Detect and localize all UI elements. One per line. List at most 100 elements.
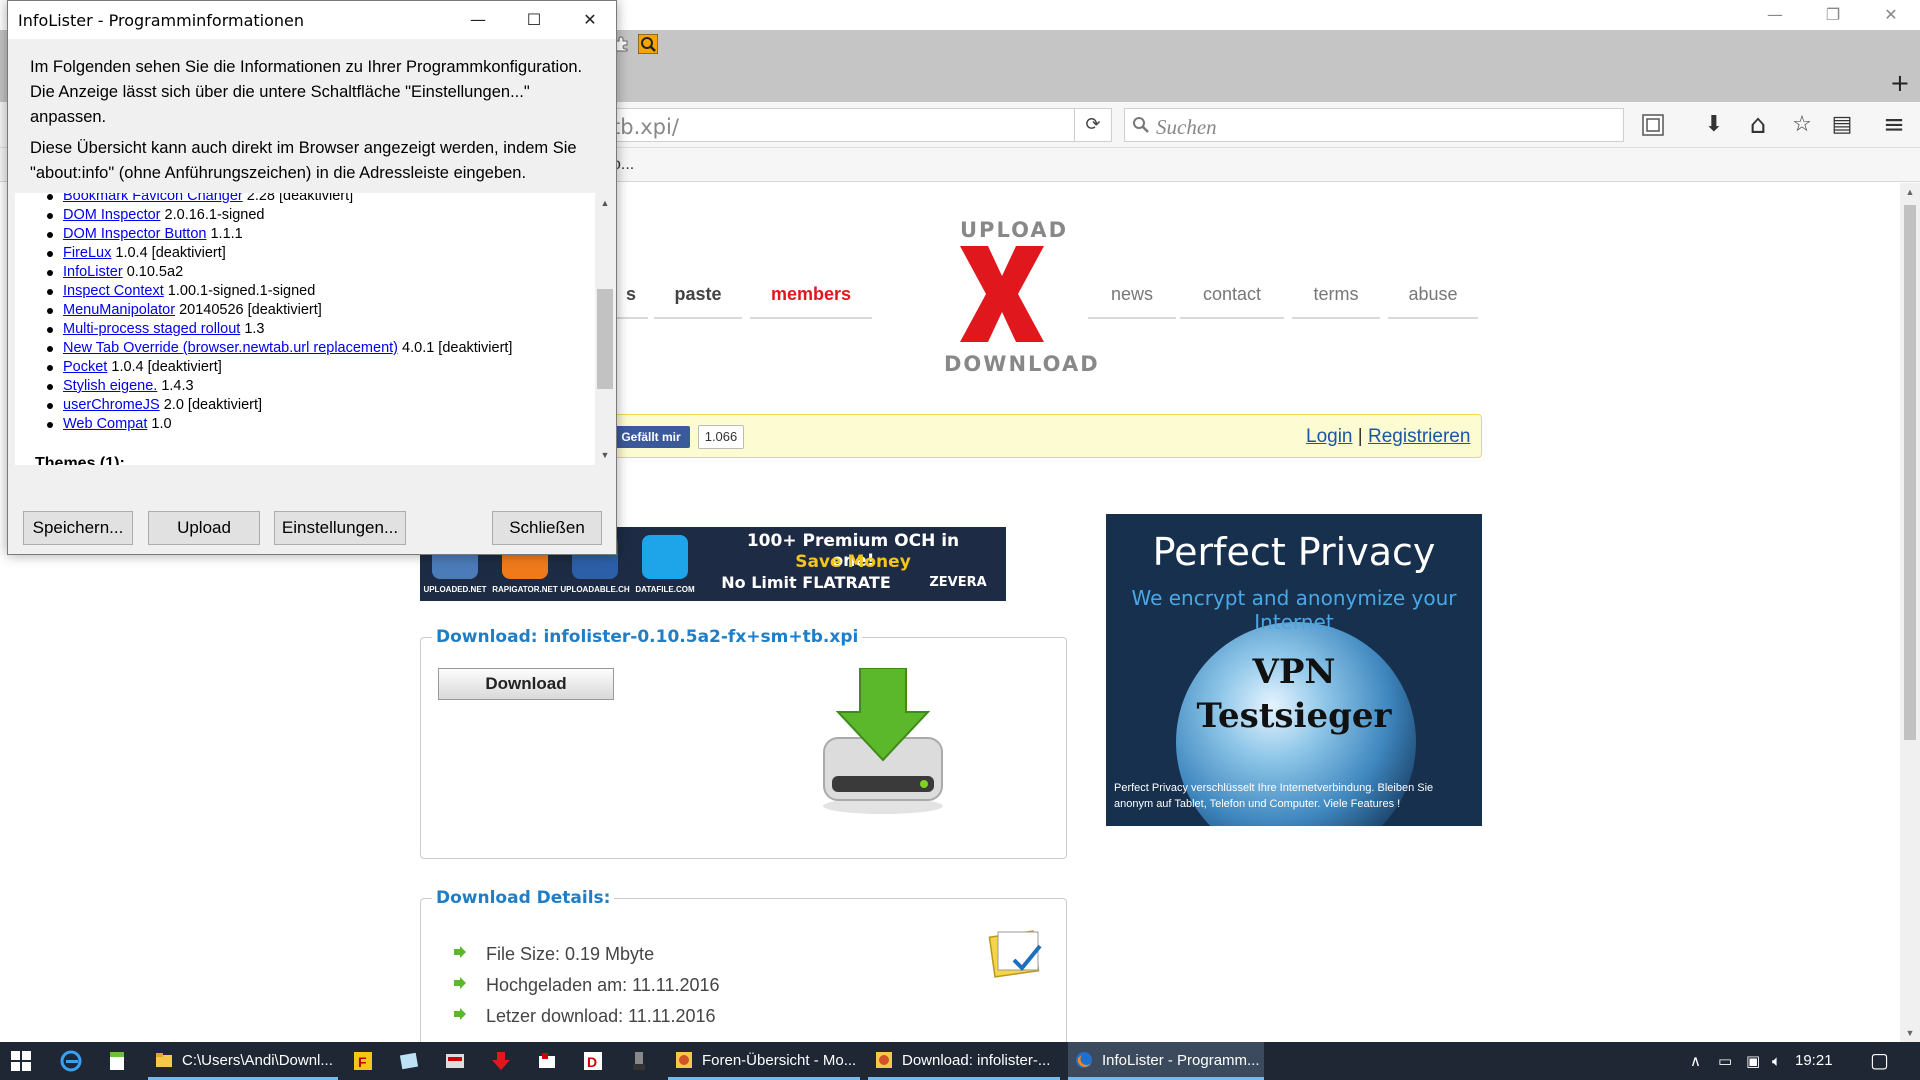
nav-link-terms[interactable]: terms [1292,284,1380,319]
detail-last-download: Letzer download: 11.11.2016 [486,1006,716,1026]
taskbar-task-infolister[interactable]: InfoLister - Programm... [1068,1042,1264,1080]
extension-link[interactable]: DOM Inspector [63,207,161,223]
desktop: — ❐ ✕ + tb.xpi/ ⟳ Suchen ⬇ ⌂ ☆ ▤ ≡ o... … [0,0,1920,1080]
extension-link[interactable]: Multi-process staged rollout [63,321,240,337]
like-count: 1.066 [698,425,744,449]
home-button[interactable]: ⌂ [1744,112,1772,138]
zevera-brand: ZEVERA [929,575,987,590]
extension-link[interactable]: Pocket [63,359,107,375]
edge-browser-icon[interactable] [60,1050,82,1072]
register-link[interactable]: Registrieren [1368,426,1470,447]
tool-app-icon[interactable] [536,1050,558,1072]
extension-link[interactable]: InfoLister [63,264,123,280]
menu-button[interactable]: ≡ [1880,112,1908,138]
browser-restore-button[interactable]: ❐ [1816,4,1850,26]
url-text: tb.xpi/ [612,115,679,139]
notification-icon[interactable]: ▢ [1870,1048,1889,1072]
vpn-headline: VPN [1252,652,1336,692]
och-host-label: UPLOADED.NET [423,585,487,594]
search-placeholder: Suchen [1156,115,1217,139]
extension-items: Bookmark Favicon Changer 2.28 [deaktivie… [46,193,512,434]
extension-link[interactable]: FireLux [63,245,111,261]
infolister-dialog: InfoLister - Programminformationen — ☐ ✕… [7,0,617,555]
hard-drive-download-icon [823,668,943,814]
taskbar-task-explorer[interactable]: C:\Users\Andi\Downl... [148,1042,338,1080]
och-line-2: Save Money [795,552,911,572]
extension-list-scroll-thumb[interactable] [597,289,613,389]
bookmark-star-button[interactable]: ☆ [1788,112,1816,138]
magnifier-addon-icon[interactable] [638,34,658,54]
tray-chevron-icon[interactable]: ∧ [1690,1052,1701,1070]
vpn-ad-banner[interactable]: Perfect Privacy We encrypt and anonymize… [1106,514,1482,826]
page-scrollbar-thumb[interactable] [1904,205,1916,740]
taskbar-clock[interactable]: 19:21 [1795,1052,1833,1069]
extension-link[interactable]: userChromeJS [63,397,160,413]
settings-button[interactable]: Einstellungen... [274,511,406,545]
screenshot-addon-icon[interactable] [1642,114,1664,136]
auth-separator: | [1357,426,1363,447]
battery-icon[interactable]: ▭ [1718,1052,1732,1070]
volume-icon[interactable]: 🔈︎ [1772,1052,1781,1070]
taskbar-task-forum[interactable]: Foren-Übersicht - Mo... [668,1042,860,1080]
themes-heading: Themes (1): [35,455,125,465]
upload-button[interactable]: Upload [148,511,260,545]
d-app-icon[interactable]: D [582,1050,604,1072]
intro-paragraph-1: Im Folgenden sehen Sie die Informationen… [30,58,583,126]
datafile-logo-icon [642,535,688,579]
extension-link[interactable]: Stylish eigene. [63,378,157,394]
green-arrow-icon [454,977,466,989]
scroll-up-arrow[interactable]: ▲ [1900,183,1920,201]
download-manager-icon[interactable] [490,1050,512,1072]
och-host-label: RAPIGATOR.NET [492,585,558,594]
details-legend: Download Details: [432,888,615,908]
dialog-maximize-button[interactable]: ☐ [516,7,552,33]
logo-x-icon [960,246,1044,342]
taskbar-task-download[interactable]: Download: infolister-... [868,1042,1060,1080]
extension-info: 1.00.1-signed.1-signed [167,283,316,299]
nav-link-partial[interactable]: s [614,284,648,319]
extension-list[interactable]: Bookmark Favicon Changer 2.28 [deaktivie… [15,193,595,465]
list-item: Multi-process staged rollout 1.3 [46,320,512,339]
nav-link-contact[interactable]: contact [1180,284,1284,319]
extension-link[interactable]: Inspect Context [63,283,164,299]
nav-link-abuse[interactable]: abuse [1388,284,1478,319]
filezilla-icon[interactable]: F [352,1050,374,1072]
list-scroll-down-arrow[interactable]: ▼ [595,445,615,465]
windows-start-icon[interactable] [10,1050,32,1072]
media-app-icon[interactable] [444,1050,466,1072]
extension-info: 1.0 [151,416,172,432]
list-item: userChromeJS 2.0 [deaktiviert] [46,396,512,415]
vpn-subtitle: We encrypt and anonymize your Internet [1131,586,1457,634]
extension-link[interactable]: MenuManipolator [63,302,175,318]
save-button[interactable]: Speichern... [23,511,133,545]
facebook-like-button[interactable]: Gefällt mir [612,426,690,448]
list-scroll-up-arrow[interactable]: ▲ [595,193,615,213]
och-host-label: UPLOADABLE.CH [560,585,630,594]
new-tab-button[interactable]: + [1890,71,1910,95]
taskbar-task-label: Download: infolister-... [902,1052,1051,1069]
extension-link[interactable]: New Tab Override (browser.newtab.url rep… [63,340,398,356]
scroll-down-arrow[interactable]: ▼ [1900,1024,1920,1042]
list-item: DOM Inspector 2.0.16.1-signed [46,206,512,225]
dialog-close-button[interactable]: ✕ [572,7,608,33]
reload-button[interactable]: ⟳ [1074,108,1112,142]
nav-link-paste[interactable]: paste [654,284,742,319]
extension-link[interactable]: Bookmark Favicon Changer [63,193,243,204]
browser-close-button[interactable]: ✕ [1874,4,1908,26]
nav-link-members[interactable]: members [750,284,872,319]
notepad-icon[interactable] [106,1050,128,1072]
usb-device-icon[interactable] [628,1050,650,1072]
notepad-plus-icon[interactable] [398,1050,420,1072]
login-link[interactable]: Login [1306,426,1353,447]
nav-link-news[interactable]: news [1088,284,1176,319]
extension-link[interactable]: Web Compat [63,416,147,432]
clipboard-button[interactable]: ▤ [1828,112,1856,138]
close-button[interactable]: Schließen [492,511,602,545]
vpn-headline-2: Testsieger [1196,696,1392,736]
network-icon[interactable]: ▣ [1746,1052,1760,1070]
browser-minimize-button[interactable]: — [1758,4,1792,26]
extension-link[interactable]: DOM Inspector Button [63,226,206,242]
download-button[interactable]: Download [438,668,614,700]
dialog-minimize-button[interactable]: — [460,7,496,33]
downloads-button[interactable]: ⬇ [1700,112,1728,138]
